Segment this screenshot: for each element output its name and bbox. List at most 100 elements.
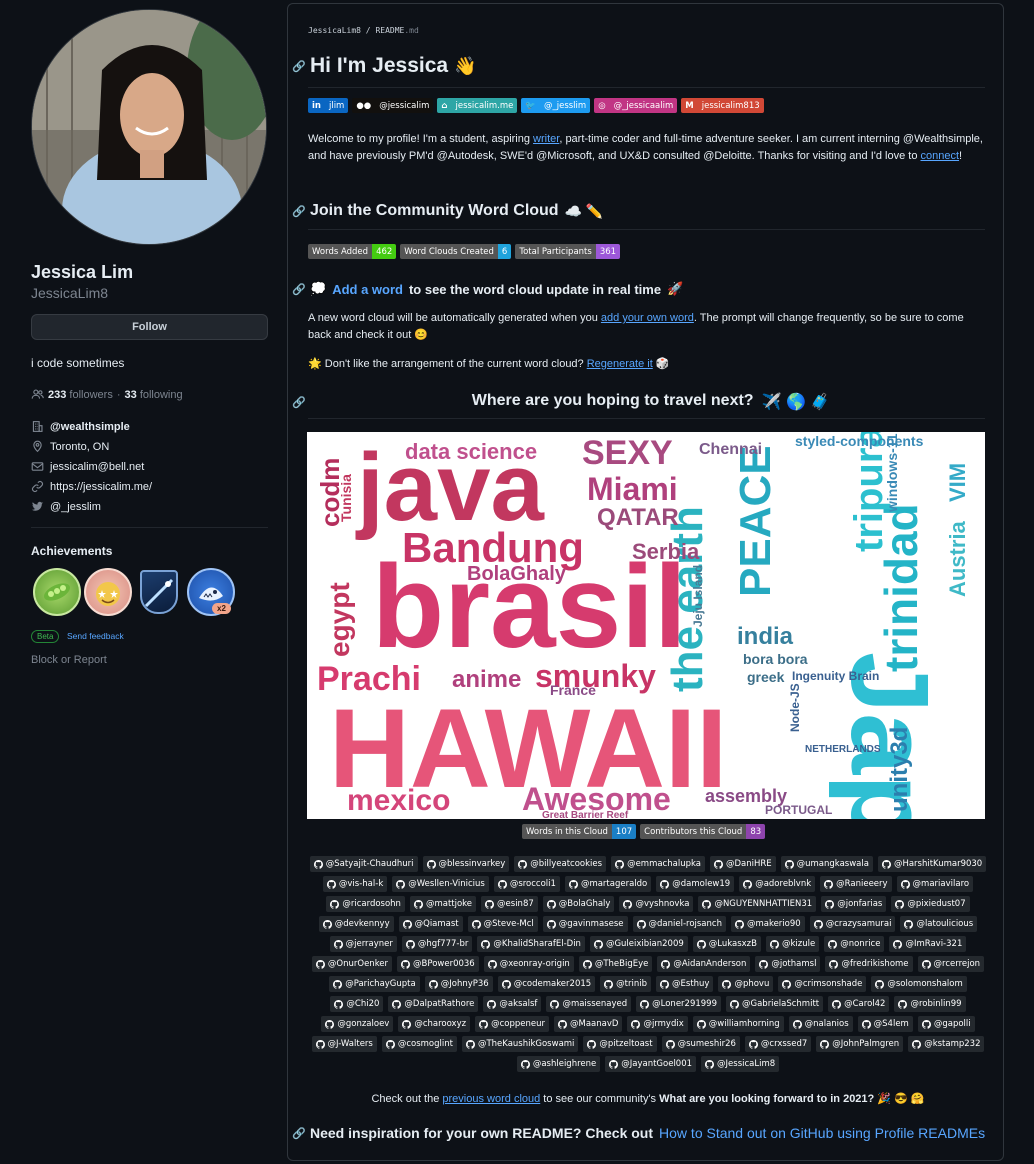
contributor-badge[interactable]: @solomonshalom bbox=[871, 976, 967, 992]
previous-cloud-link[interactable]: previous word cloud bbox=[442, 1093, 540, 1105]
profile-avatar[interactable] bbox=[31, 9, 267, 245]
following-link[interactable]: 33 following bbox=[125, 389, 183, 401]
contributor-badge[interactable]: @robinlin99 bbox=[894, 996, 966, 1012]
contributor-badge[interactable]: @JohnyP36 bbox=[424, 976, 493, 992]
contributor-badge[interactable]: @J-Walters bbox=[311, 1036, 377, 1052]
contributor-badge[interactable]: @daniel-rojsanch bbox=[632, 916, 726, 932]
contributor-badge[interactable]: @devkennyy bbox=[318, 916, 394, 932]
contributor-badge[interactable]: @DaniHRE bbox=[709, 856, 776, 872]
contributor-badge[interactable]: @Steve-Mcl bbox=[467, 916, 538, 932]
contributor-badge[interactable]: @DalpatRathore bbox=[388, 996, 479, 1012]
follow-button[interactable]: Follow bbox=[31, 314, 268, 340]
contributor-badge[interactable]: @sroccoli1 bbox=[493, 876, 560, 892]
contributor-badge[interactable]: @phovu bbox=[718, 976, 774, 992]
social-badge[interactable]: Mjessicalim813 bbox=[681, 98, 764, 113]
contributor-badge[interactable]: @HarshitKumar9030 bbox=[877, 856, 987, 872]
contributor-badge[interactable]: @LukasxzB bbox=[692, 936, 761, 952]
contributor-badge[interactable]: @Esthuy bbox=[656, 976, 714, 992]
contributor-badge[interactable]: @Ranieeery bbox=[820, 876, 892, 892]
contributor-badge[interactable]: @gavinmasese bbox=[542, 916, 628, 932]
contributor-badge[interactable]: @codemaker2015 bbox=[497, 976, 596, 992]
contributor-badge[interactable]: @kizule bbox=[765, 936, 820, 952]
contributor-badge[interactable]: @coppeneur bbox=[475, 1016, 549, 1032]
contributor-badge[interactable]: @jrmydix bbox=[627, 1016, 688, 1032]
contributor-badge[interactable]: @OnurOenker bbox=[311, 956, 393, 972]
contributor-badge[interactable]: @Chi20 bbox=[330, 996, 384, 1012]
contributor-badge[interactable]: @gapolli bbox=[917, 1016, 975, 1032]
contributor-badge[interactable]: @sumeshir26 bbox=[661, 1036, 740, 1052]
contributor-badge[interactable]: @rcerrejon bbox=[917, 956, 985, 972]
add-word-link[interactable]: Add a word bbox=[332, 282, 403, 297]
contributor-badge[interactable]: @jonfarias bbox=[821, 896, 887, 912]
contributor-badge[interactable]: @crxssed7 bbox=[744, 1036, 812, 1052]
contributor-badge[interactable]: @JayantGoel001 bbox=[605, 1056, 697, 1072]
contributor-badge[interactable]: @JohnPalmgren bbox=[816, 1036, 904, 1052]
social-badge[interactable]: in jlim bbox=[308, 98, 349, 113]
contributor-badge[interactable]: @kstamp232 bbox=[908, 1036, 985, 1052]
contributor-badge[interactable]: @hgf777-br bbox=[401, 936, 473, 952]
contributor-badge[interactable]: @jerrayner bbox=[329, 936, 397, 952]
starstruck-badge[interactable] bbox=[84, 568, 132, 616]
contributor-badge[interactable]: @ParichayGupta bbox=[329, 976, 420, 992]
contributor-badge[interactable]: @ashleighrene bbox=[516, 1056, 601, 1072]
writer-link[interactable]: writer bbox=[533, 133, 559, 145]
contributor-badge[interactable]: @ricardosohn bbox=[326, 896, 405, 912]
contributor-badge[interactable]: @crazysamurai bbox=[809, 916, 896, 932]
pair-extraordinaire-badge[interactable] bbox=[33, 568, 81, 616]
contributor-badge[interactable]: @BolaGhaly bbox=[542, 896, 615, 912]
twitter-link[interactable]: @_jesslim bbox=[50, 501, 101, 513]
anchor-link-icon[interactable]: 🔗 bbox=[292, 60, 306, 73]
contributor-badge[interactable]: @nonrice bbox=[824, 936, 885, 952]
contributor-badge[interactable]: @nalanios bbox=[788, 1016, 853, 1032]
contributor-badge[interactable]: @JessicaLim8 bbox=[701, 1056, 780, 1072]
contributor-badge[interactable]: @S4lem bbox=[857, 1016, 913, 1032]
contributor-badge[interactable]: @emmachalupka bbox=[611, 856, 705, 872]
social-badge[interactable]: 🐦 @_jesslim bbox=[521, 98, 591, 113]
contributor-badge[interactable]: @KhalidSharafEl-Din bbox=[477, 936, 585, 952]
contributor-badge[interactable]: @xeonray-origin bbox=[483, 956, 574, 972]
contributor-badge[interactable]: @GabrielaSchmitt bbox=[726, 996, 824, 1012]
anchor-link-icon[interactable]: 🔗 bbox=[292, 283, 306, 296]
contributor-badge[interactable]: @adoreblvnk bbox=[739, 876, 816, 892]
contributor-badge[interactable]: @pitzeltoast bbox=[583, 1036, 657, 1052]
contributor-badge[interactable]: @NGUYENNHATTIEN31 bbox=[698, 896, 817, 912]
contributor-badge[interactable]: @BPower0036 bbox=[397, 956, 479, 972]
send-feedback-link[interactable]: Send feedback bbox=[67, 631, 124, 641]
contributor-badge[interactable]: @TheBigEye bbox=[578, 956, 653, 972]
anchor-link-icon[interactable]: 🔗 bbox=[292, 1127, 306, 1140]
contributor-badge[interactable]: @Carol42 bbox=[828, 996, 890, 1012]
anchor-link-icon[interactable]: 🔗 bbox=[292, 396, 306, 409]
contributor-badge[interactable]: @aksalsf bbox=[483, 996, 542, 1012]
contributor-badge[interactable]: @jothamsl bbox=[755, 956, 821, 972]
contributor-badge[interactable]: @mattjoke bbox=[409, 896, 477, 912]
contributor-badge[interactable]: @umangkaswala bbox=[780, 856, 873, 872]
contributor-badge[interactable]: @vis-hal-k bbox=[322, 876, 388, 892]
contributor-badge[interactable]: @Qiamast bbox=[398, 916, 463, 932]
contributor-badge[interactable]: @Guleixibian2009 bbox=[589, 936, 688, 952]
contributor-badge[interactable]: @AidanAnderson bbox=[657, 956, 751, 972]
contributor-badge[interactable]: @latoulicious bbox=[900, 916, 978, 932]
contributor-badge[interactable]: @gonzaloev bbox=[321, 1016, 394, 1032]
regenerate-link[interactable]: Regenerate it bbox=[587, 358, 653, 370]
contributor-badge[interactable]: @charooxyz bbox=[398, 1016, 471, 1032]
inspiration-link[interactable]: How to Stand out on GitHub using Profile… bbox=[659, 1125, 985, 1141]
email-link[interactable]: jessicalim@bell.net bbox=[50, 461, 144, 473]
social-badge[interactable]: ⌂ jessicalim.me bbox=[437, 98, 518, 113]
block-report-link[interactable]: Block or Report bbox=[31, 654, 107, 666]
social-badge[interactable]: ◎ @_jessicaalim bbox=[594, 98, 678, 113]
social-badge[interactable]: ●● @jessicalim bbox=[352, 98, 434, 113]
website-link[interactable]: https://jessicalim.me/ bbox=[50, 481, 152, 493]
contributor-badge[interactable]: @esin87 bbox=[481, 896, 538, 912]
contributor-badge[interactable]: @mariavilaro bbox=[896, 876, 974, 892]
contributor-badge[interactable]: @crimsonshade bbox=[778, 976, 867, 992]
word-cloud-image[interactable]: java brasil HAWAII Japan Bandung trinidad trip… bbox=[307, 432, 985, 819]
contributor-badge[interactable]: @Satyajit-Chaudhuri bbox=[309, 856, 418, 872]
contributor-badge[interactable]: @damolew19 bbox=[656, 876, 735, 892]
company-link[interactable]: @wealthsimple bbox=[50, 421, 130, 433]
contributor-badge[interactable]: @ImRavi-321 bbox=[889, 936, 967, 952]
contributor-badge[interactable]: @Loner291999 bbox=[636, 996, 721, 1012]
contributor-badge[interactable]: @trinib bbox=[600, 976, 652, 992]
add-own-word-link[interactable]: add your own word bbox=[601, 312, 694, 324]
contributor-badge[interactable]: @billyeatcookies bbox=[514, 856, 607, 872]
contributor-badge[interactable]: @maissenayed bbox=[546, 996, 632, 1012]
